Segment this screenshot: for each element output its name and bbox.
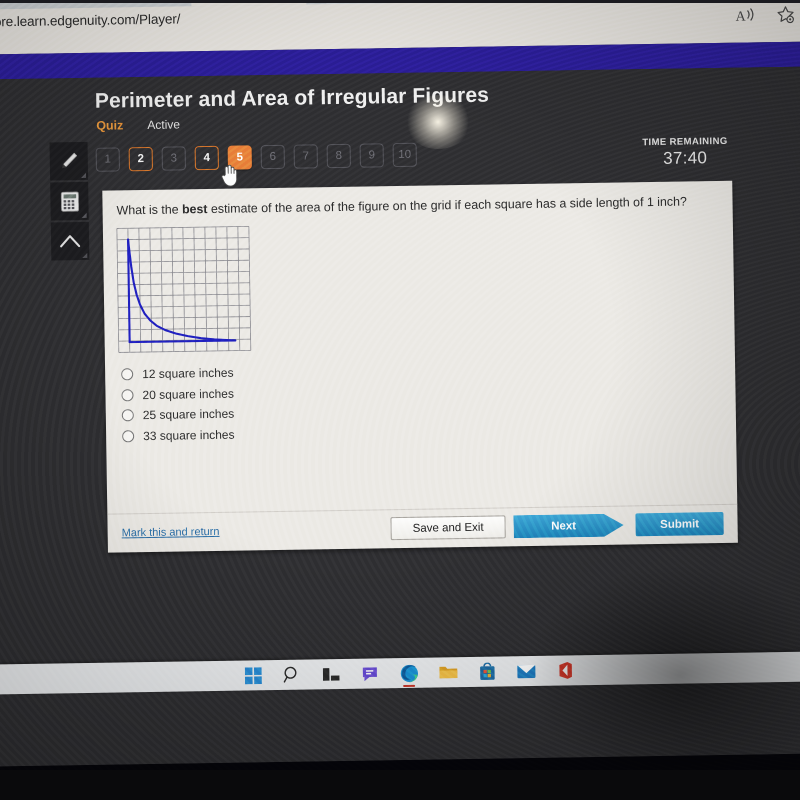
search-button[interactable]	[282, 665, 302, 685]
office-button[interactable]	[555, 660, 575, 680]
answer-option-2[interactable]: 20 square inches	[121, 383, 234, 405]
answer-option-3[interactable]: 25 square inches	[121, 404, 235, 426]
next-button[interactable]: Next	[513, 514, 623, 539]
time-remaining: TIME REMAINING 37:40	[642, 136, 728, 169]
task-view-icon	[322, 667, 339, 681]
browser-toolbar-icons: A	[735, 5, 795, 26]
screen-content: .core.learn.edgenuity.com/Player/ A Peri…	[0, 0, 800, 767]
activity-status-label: Active	[147, 117, 181, 132]
question-nav-item-2[interactable]: 2	[128, 146, 153, 172]
save-and-exit-button[interactable]: Save and Exit	[390, 515, 506, 541]
radio-button-3[interactable]	[121, 409, 134, 422]
question-nav-item-10[interactable]: 10	[392, 142, 417, 168]
start-button[interactable]	[243, 665, 263, 685]
answer-label-1: 12 square inches	[142, 365, 234, 382]
question-number-nav: 1 2 3 4 5 6 7 8 9 10	[95, 142, 417, 172]
task-view-button[interactable]	[321, 664, 341, 684]
time-remaining-label: TIME REMAINING	[642, 135, 728, 149]
question-nav-item-4[interactable]: 4	[194, 145, 219, 171]
pencil-icon	[62, 152, 78, 169]
answer-option-4[interactable]: 33 square inches	[122, 424, 235, 446]
radio-button-2[interactable]	[121, 389, 134, 402]
question-nav-item-3[interactable]: 3	[161, 146, 186, 171]
favorites-star-gear-icon[interactable]	[775, 5, 795, 25]
file-explorer-button[interactable]	[438, 662, 458, 682]
figure-grid	[115, 224, 253, 359]
envelope-icon	[516, 664, 535, 678]
area-figure-svg	[116, 225, 252, 353]
monitor-bezel-top	[0, 0, 800, 3]
page-title: Perimeter and Area of Irregular Figures	[94, 83, 490, 113]
calculator-icon	[60, 191, 79, 212]
question-prompt-suffix: estimate of the area of the figure on th…	[207, 194, 687, 217]
question-nav-item-8[interactable]: 8	[326, 143, 351, 169]
figure-curve	[126, 238, 237, 342]
tool-rail	[49, 141, 90, 263]
monitor-photo: .core.learn.edgenuity.com/Player/ A Peri…	[0, 0, 800, 800]
store-bag-icon	[479, 662, 495, 680]
chat-button[interactable]	[360, 663, 380, 683]
edge-browser-icon	[400, 664, 418, 682]
question-prompt-prefix: What is the	[116, 202, 183, 218]
radio-button-4[interactable]	[122, 430, 135, 443]
address-bar-url[interactable]: .core.learn.edgenuity.com/Player/	[0, 11, 181, 29]
folder-icon	[438, 666, 457, 679]
pencil-tool[interactable]	[49, 141, 89, 181]
mark-this-and-return-link[interactable]: Mark this and return	[122, 526, 220, 540]
svg-text:A: A	[736, 10, 747, 24]
time-remaining-value: 37:40	[663, 148, 708, 168]
read-aloud-icon[interactable]: A	[735, 5, 755, 25]
collapse-tool[interactable]	[50, 221, 90, 261]
activity-type-label: Quiz	[96, 118, 124, 133]
activity-subheader: Quiz Active	[96, 117, 180, 132]
radio-button-1[interactable]	[121, 368, 134, 381]
question-nav-item-9[interactable]: 9	[359, 143, 384, 168]
calculator-tool[interactable]	[50, 181, 89, 221]
question-nav-item-1[interactable]: 1	[95, 147, 120, 172]
windows-logo-icon	[244, 666, 262, 684]
question-nav-item-5[interactable]: 5	[227, 145, 252, 170]
mail-button[interactable]	[516, 661, 536, 681]
chat-bubble-icon	[362, 666, 377, 681]
question-panel: What is the best estimate of the area of…	[102, 180, 738, 553]
monitor-bezel-bottom	[0, 770, 800, 800]
microsoft-store-button[interactable]	[477, 662, 497, 682]
question-prompt: What is the best estimate of the area of…	[116, 194, 716, 219]
question-nav-item-6[interactable]: 6	[260, 144, 285, 170]
answer-label-3: 25 square inches	[142, 407, 235, 423]
edge-button[interactable]	[399, 663, 419, 683]
answer-label-2: 20 square inches	[142, 386, 234, 402]
search-icon	[283, 666, 297, 683]
answer-option-1[interactable]: 12 square inches	[121, 363, 234, 385]
chevron-up-icon	[60, 235, 81, 248]
submit-button[interactable]: Submit	[635, 511, 724, 537]
answer-label-4: 33 square inches	[143, 427, 235, 444]
office-icon	[558, 662, 572, 679]
question-nav-item-7[interactable]: 7	[293, 144, 318, 169]
answer-options: 12 square inches 20 square inches 25 squ…	[121, 363, 235, 447]
question-prompt-emphasis: best	[181, 202, 208, 217]
